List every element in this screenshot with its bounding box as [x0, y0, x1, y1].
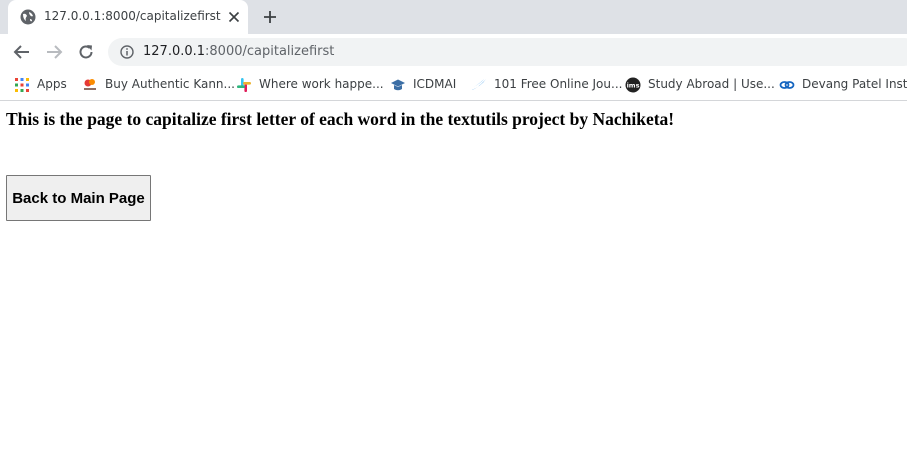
bookmarks-bar: Apps Buy Authentic Kann... Where work ha… [0, 70, 907, 101]
graduation-cap-icon [391, 79, 405, 91]
ims-logo-icon: ims [625, 77, 641, 93]
address-bar[interactable]: 127.0.0.1:8000/capitalizefirst [108, 38, 907, 66]
bookmark-label: Buy Authentic Kann... [105, 77, 235, 91]
new-tab-plus-icon[interactable] [262, 9, 278, 25]
tab-title: 127.0.0.1:8000/capitalizefirst [44, 9, 221, 23]
url-path: :8000/capitalizefirst [205, 44, 335, 59]
info-icon[interactable] [120, 45, 134, 59]
chain-link-icon [779, 81, 795, 89]
close-icon[interactable] [228, 11, 240, 23]
swoosh-logo-icon [472, 79, 486, 90]
brand-logo-icon [84, 79, 96, 90]
forward-arrow-icon[interactable] [44, 42, 64, 62]
back-to-main-page-button[interactable]: Back to Main Page [6, 175, 151, 221]
bookmark-label: Where work happe... [259, 77, 384, 91]
back-arrow-icon[interactable] [12, 42, 32, 62]
slack-icon [237, 78, 251, 92]
bookmark-label: Apps [37, 77, 67, 91]
tab-strip: 127.0.0.1:8000/capitalizefirst [0, 0, 907, 34]
apps-grid-icon [15, 78, 29, 92]
browser-toolbar: 127.0.0.1:8000/capitalizefirst [0, 34, 907, 70]
reload-icon[interactable] [76, 42, 96, 62]
bookmark-label: ICDMAI [413, 77, 457, 91]
url-text[interactable]: 127.0.0.1:8000/capitalizefirst [143, 44, 334, 59]
svg-text:ims: ims [627, 82, 640, 90]
page-heading: This is the page to capitalize first let… [6, 109, 675, 129]
url-host: 127.0.0.1 [143, 44, 206, 59]
bookmark-label: 101 Free Online Jou... [494, 77, 623, 91]
bookmark-label: Study Abroad | Use... [648, 77, 775, 91]
active-tab[interactable]: 127.0.0.1:8000/capitalizefirst [8, 0, 248, 34]
globe-icon [20, 9, 36, 25]
bookmark-label: Devang Patel Instit... [802, 77, 907, 91]
page-content: This is the page to capitalize first let… [0, 101, 907, 452]
